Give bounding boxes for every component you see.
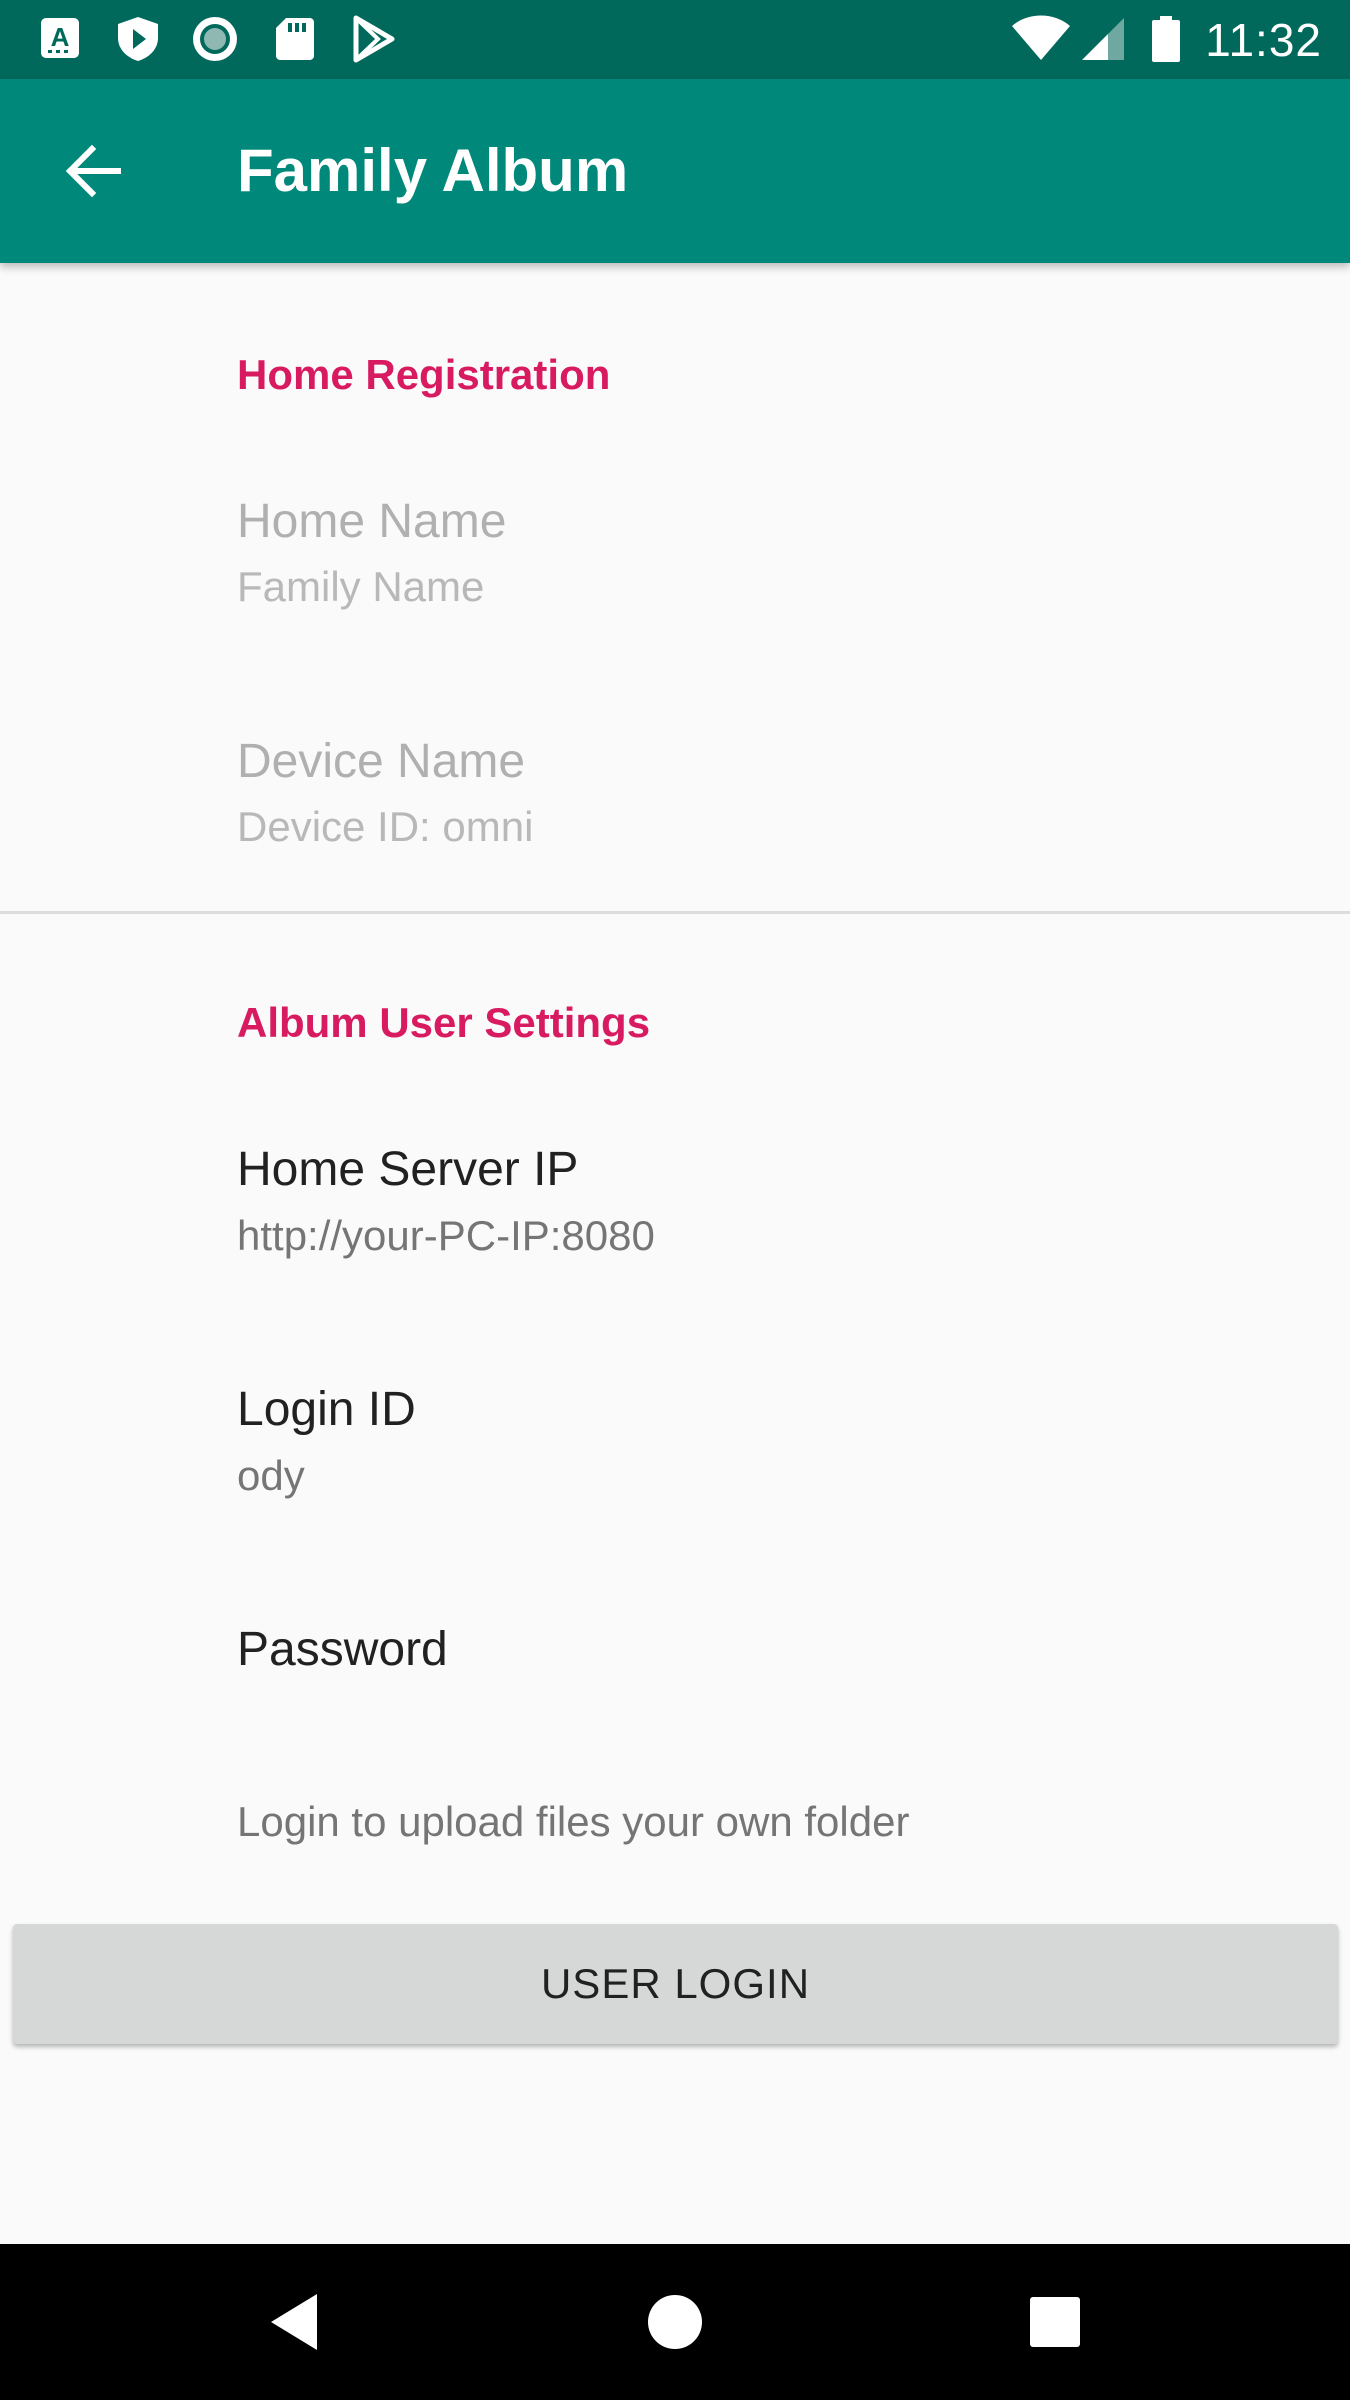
login-hint-text: Login to upload files your own folder xyxy=(237,1798,910,1845)
svg-text:A: A xyxy=(51,22,70,52)
battery-icon xyxy=(1152,16,1180,62)
pref-title: Home Name xyxy=(237,495,507,548)
pref-title: Home Server IP xyxy=(237,1143,579,1196)
pref-password[interactable]: Password xyxy=(0,1580,1350,1760)
pref-home-server-ip[interactable]: Home Server IP http://your-PC-IP:8080 xyxy=(0,1100,1350,1320)
play-store-icon xyxy=(353,15,395,63)
user-login-button[interactable]: USER LOGIN xyxy=(13,1924,1338,2044)
home-circle-icon[interactable] xyxy=(635,2282,715,2362)
wifi-icon xyxy=(1012,15,1070,60)
pref-summary: http://your-PC-IP:8080 xyxy=(237,1212,655,1259)
pref-title: Device Name xyxy=(237,735,526,788)
page-title: Family Album xyxy=(237,137,629,204)
pref-summary: Device ID: omni xyxy=(237,803,534,850)
pref-login-id[interactable]: Login ID ody xyxy=(0,1340,1350,1560)
app-bar: Family Album xyxy=(0,79,1350,263)
arrow-back-icon[interactable] xyxy=(58,135,130,207)
section-header-album-user-settings: Album User Settings xyxy=(237,999,651,1046)
pref-device-name[interactable]: Device Name Device ID: omni xyxy=(0,690,1350,900)
pref-title: Password xyxy=(237,1623,448,1676)
pref-summary: ody xyxy=(237,1452,305,1499)
pref-home-name[interactable]: Home Name Family Name xyxy=(0,450,1350,670)
settings-screen: A 11:32 Family Album Home Registration H… xyxy=(0,0,1350,2400)
sd-card-icon xyxy=(276,18,314,60)
circle-record-icon xyxy=(193,17,237,61)
cellular-signal-icon xyxy=(1082,18,1124,60)
pref-title: Login ID xyxy=(237,1383,416,1436)
status-bar: A 11:32 xyxy=(0,0,1350,79)
a-keyboard-icon: A xyxy=(41,18,79,58)
navigation-bar xyxy=(0,2244,1350,2400)
section-divider xyxy=(0,911,1350,914)
status-clock: 11:32 xyxy=(1205,14,1322,66)
back-triangle-icon[interactable] xyxy=(255,2282,335,2362)
recents-square-icon[interactable] xyxy=(1015,2282,1095,2362)
section-header-home-registration: Home Registration xyxy=(237,351,611,398)
shield-play-icon xyxy=(118,17,158,61)
pref-summary: Family Name xyxy=(237,563,485,610)
